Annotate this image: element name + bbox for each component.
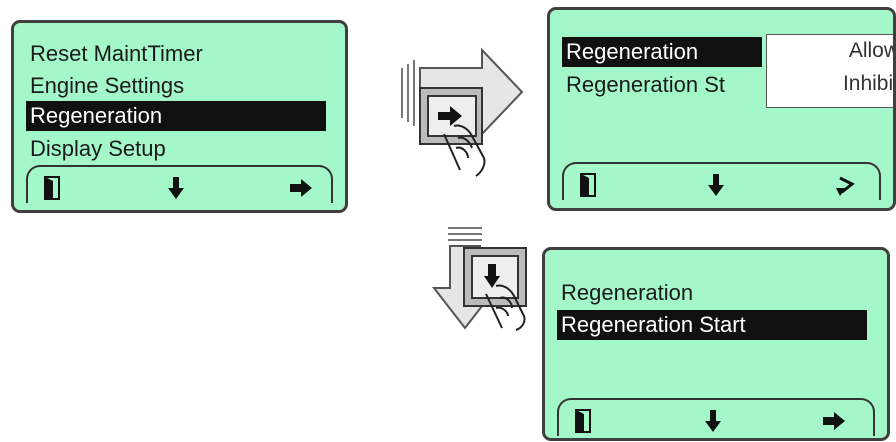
arrow-down-icon[interactable] [703, 408, 723, 434]
main-menu-screen: Reset MaintTimer Engine Settings Regener… [11, 20, 348, 213]
press-right-key-illustration [401, 47, 524, 177]
regeneration-screen: Regeneration Regeneration St Allow Inhib… [547, 7, 896, 211]
exit-icon[interactable] [578, 172, 598, 198]
softkey-bar [557, 398, 875, 436]
menu-item-engine-settings[interactable]: Engine Settings [26, 71, 184, 101]
press-down-key-illustration [431, 227, 527, 331]
regeneration-start-screen: Regeneration Regeneration Start [542, 247, 890, 441]
softkey-bar [562, 162, 881, 200]
return-icon[interactable] [834, 172, 860, 198]
menu-item-display-setup[interactable]: Display Setup [26, 134, 166, 164]
menu-item-regeneration-start-selected[interactable]: Regeneration Start [557, 310, 867, 340]
softkey-bar [26, 165, 333, 203]
menu-item-reset-maint-timer[interactable]: Reset MaintTimer [26, 39, 203, 69]
exit-icon[interactable] [573, 408, 593, 434]
arrow-right-icon[interactable] [821, 408, 847, 434]
arrow-right-icon[interactable] [288, 175, 314, 201]
menu-item-regeneration-selected[interactable]: Regeneration [562, 37, 762, 67]
menu-item-regeneration[interactable]: Regeneration [557, 278, 693, 308]
arrow-down-icon[interactable] [706, 172, 726, 198]
popup-option-allow[interactable]: Allow [849, 39, 893, 63]
exit-icon[interactable] [42, 175, 62, 201]
popup-option-inhibit[interactable]: Inhibit [843, 72, 893, 96]
menu-item-regeneration-selected[interactable]: Regeneration [26, 101, 326, 131]
allow-inhibit-popup: Allow Inhibit [766, 34, 893, 108]
menu-item-regeneration-start[interactable]: Regeneration St [562, 70, 725, 100]
keypad-button-icon [463, 247, 527, 307]
arrow-down-icon[interactable] [166, 175, 186, 201]
